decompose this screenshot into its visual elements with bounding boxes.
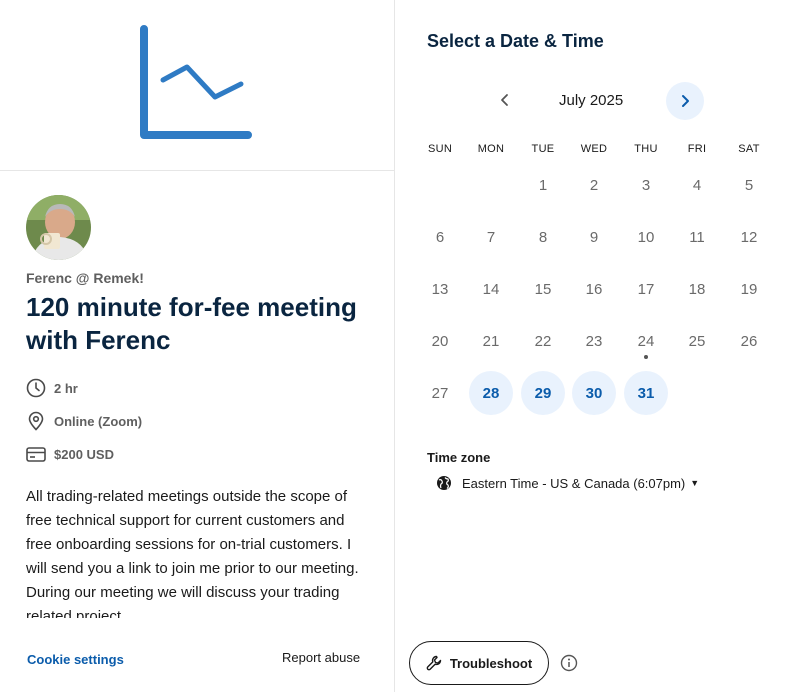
timezone-selector[interactable]: Eastern Time - US & Canada (6:07pm) ▼ (436, 475, 699, 491)
calendar-day: 5 (744, 176, 754, 194)
calendar-day: 13 (431, 280, 449, 298)
chevron-left-icon (501, 94, 508, 106)
calendar-day: 1 (538, 176, 548, 194)
location-text: Online (Zoom) (54, 413, 143, 429)
troubleshoot-button[interactable]: Troubleshoot (409, 641, 549, 685)
price-detail: $200 USD (26, 444, 114, 464)
price-text: $200 USD (54, 446, 114, 462)
wrench-icon (426, 655, 442, 671)
caret-down-icon: ▼ (690, 478, 700, 488)
report-abuse-link[interactable]: Report abuse (282, 650, 360, 665)
duration-text: 2 hr (54, 380, 78, 396)
calendar-day: 11 (689, 228, 705, 246)
calendar-day: 6 (435, 228, 445, 246)
calendar-day: 2 (589, 176, 599, 194)
calendar-day: 14 (482, 280, 500, 298)
panel-title: Select a Date & Time (427, 31, 604, 51)
calendar-day-available[interactable]: 28 (469, 371, 513, 415)
calendar-day: 17 (637, 280, 655, 298)
weekday-header: WED (580, 143, 608, 155)
weekday-header: THU (634, 143, 658, 155)
calendar-day: 3 (641, 176, 651, 194)
timezone-label: Time zone (427, 450, 491, 465)
avatar (26, 195, 91, 260)
calendar-day: 15 (534, 280, 552, 298)
calendar-day: 20 (431, 332, 449, 350)
weekday-header: SAT (738, 143, 760, 155)
calendar-day: 27 (431, 384, 449, 402)
calendar-day-available[interactable]: 30 (572, 371, 616, 415)
calendar-day: 4 (692, 176, 702, 194)
today-indicator-dot (644, 355, 648, 359)
weekday-header: FRI (687, 143, 707, 155)
weekday-header: TUE (531, 143, 555, 155)
event-title: 120 minute for-fee meeting with Ferenc (26, 292, 357, 355)
duration-detail: 2 hr (26, 378, 78, 398)
current-month: July 2025 (559, 92, 624, 109)
calendar-day: 18 (688, 280, 706, 298)
calendar-day-number: 24 (637, 332, 655, 350)
calendar-day-today: 24 (624, 319, 668, 363)
calendar-day: 22 (534, 332, 552, 350)
host-name: Ferenc @ Remek! (26, 270, 144, 286)
globe-icon (437, 476, 451, 490)
calendar-day: 21 (482, 332, 500, 350)
cookie-settings-link[interactable]: Cookie settings (27, 652, 124, 667)
calendar-day: 7 (486, 228, 496, 246)
credit-card-icon (26, 444, 46, 464)
next-month-button[interactable] (666, 82, 704, 120)
clock-icon (26, 378, 46, 398)
weekday-header: MON (477, 143, 505, 155)
calendar-day: 23 (585, 332, 603, 350)
event-details-panel: Ferenc @ Remek! 120 minute for-fee meeti… (0, 0, 395, 692)
calendar-day: 16 (585, 280, 603, 298)
calendar-day: 8 (538, 228, 548, 246)
location-detail: Online (Zoom) (26, 411, 142, 431)
location-pin-icon (26, 411, 46, 431)
chart-logo-icon (140, 25, 252, 139)
calendar-day: 10 (637, 228, 655, 246)
calendar-day: 12 (740, 228, 758, 246)
calendar-day: 19 (740, 280, 758, 298)
calendar-day: 25 (688, 332, 706, 350)
calendar-day-available[interactable]: 31 (624, 371, 668, 415)
timezone-value: Eastern Time - US & Canada (6:07pm) (462, 475, 686, 491)
calendar-day-available[interactable]: 29 (521, 371, 565, 415)
info-icon[interactable] (560, 654, 578, 672)
chevron-right-icon (682, 95, 689, 107)
event-description: All trading-related meetings outside the… (26, 488, 359, 618)
previous-month-button[interactable] (492, 87, 518, 113)
logo-area (0, 0, 394, 171)
weekday-header: SUN (427, 143, 453, 155)
troubleshoot-label: Troubleshoot (449, 655, 533, 671)
calendar-day: 26 (740, 332, 758, 350)
scheduling-panel: Select a Date & Time July 2025 SUN MON T… (396, 0, 790, 692)
calendar-day: 9 (589, 228, 599, 246)
